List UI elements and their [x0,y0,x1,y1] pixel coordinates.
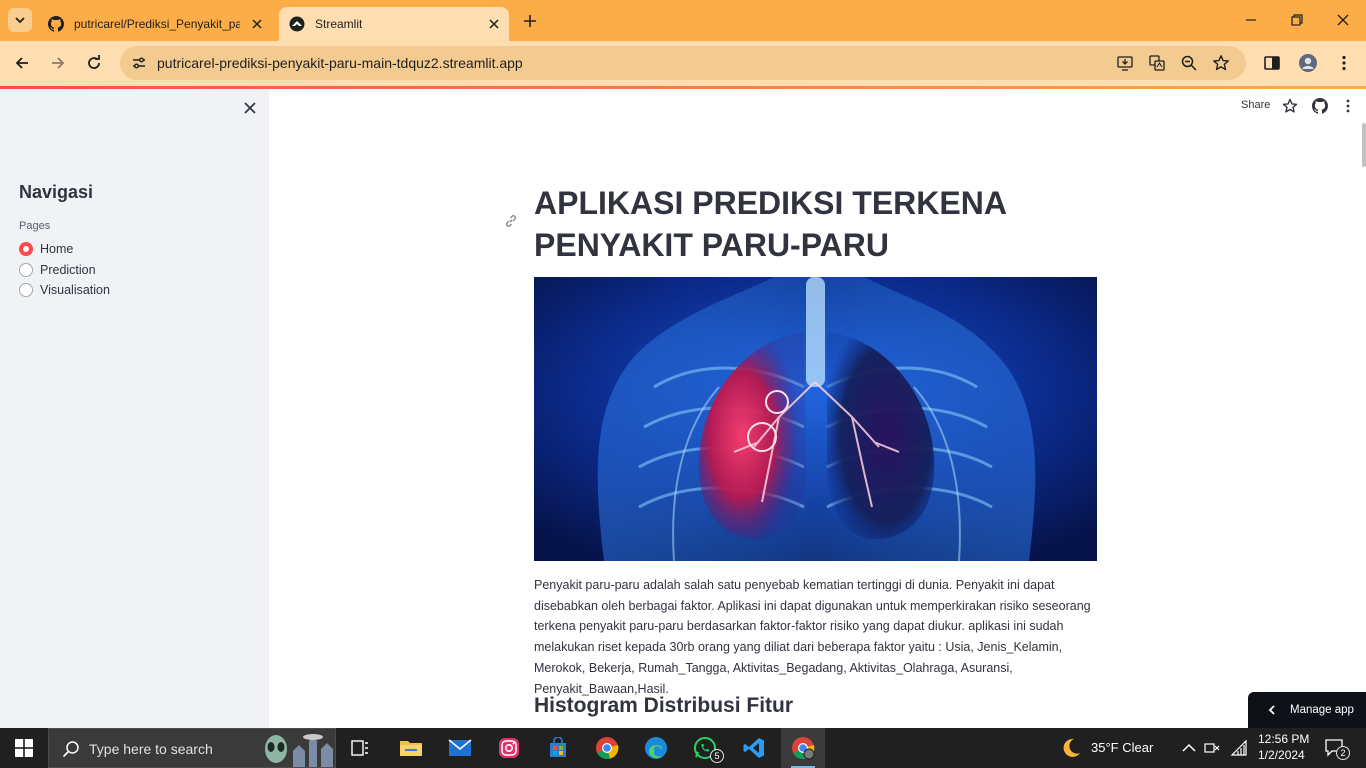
folder-icon [400,741,422,756]
minimize-icon[interactable] [1242,11,1260,29]
scrollbar-thumb[interactable] [1362,123,1366,167]
chevron-down-icon [15,17,25,24]
tab-title: putricarel/Prediksi_Penyakit_paru [74,17,240,31]
translate-icon[interactable] [1148,54,1166,72]
whatsapp-badge: 5 [710,749,724,763]
restore-icon[interactable] [1288,11,1306,29]
system-clock[interactable]: 12:56 PM 1/2/2024 [1258,731,1309,763]
clock-time: 12:56 PM [1258,732,1310,746]
moon-weather-icon[interactable] [1060,737,1082,759]
vscode-icon [743,738,764,758]
chrome-icon [596,737,619,760]
notification-center-button[interactable]: 2 [1324,738,1350,760]
browser-tab-bar: putricarel/Prediksi_Penyakit_paru Stream… [0,0,1366,41]
url-text[interactable]: putricarel-prediksi-penyakit-paru-main-t… [157,55,523,71]
main-content: Share APLIKASI PREDIKSI TERKENA PENYAKIT… [269,89,1366,729]
back-icon[interactable] [12,53,32,73]
manage-app-label: Manage app [1290,704,1354,716]
taskbar: Type here to search 5 35°F Clear 12:56 P… [0,728,1366,768]
github-icon[interactable] [1312,98,1328,114]
whatsapp-button[interactable]: 5 [683,728,727,768]
browser-toolbar: putricarel-prediksi-penyakit-paru-main-t… [0,41,1366,86]
share-button[interactable]: Share [1241,99,1270,111]
store-icon [550,737,566,757]
task-view-button[interactable] [338,728,382,768]
page-title: APLIKASI PREDIKSI TERKENA PENYAKIT PARU-… [534,185,1006,263]
microsoft-store-button[interactable] [536,728,580,768]
manage-app-button[interactable]: Manage app [1248,692,1366,728]
close-tab-icon[interactable] [487,17,501,31]
instagram-icon [499,738,519,758]
sidebar: Navigasi Pages Home Prediction Visualisa… [0,89,269,729]
radio-unselected-icon[interactable] [19,263,33,277]
taskbar-search[interactable]: Type here to search [48,728,336,768]
mail-icon [448,739,472,756]
forward-icon[interactable] [48,53,68,73]
edge-button[interactable] [634,728,678,768]
chrome-profile-icon [792,737,815,760]
wifi-icon[interactable] [1230,739,1248,757]
app-menu-icon[interactable] [1340,98,1356,114]
radio-visualisation[interactable]: Visualisation [19,283,110,297]
section-heading: Histogram Distribusi Fitur [534,694,794,717]
chevron-up-icon[interactable] [1180,739,1198,757]
profile-avatar-icon[interactable] [1298,53,1318,73]
new-tab-icon[interactable] [520,11,540,31]
radio-unselected-icon[interactable] [19,283,33,297]
edge-icon [645,737,667,759]
weather-text[interactable]: 35°F Clear [1091,740,1153,755]
address-bar[interactable]: putricarel-prediksi-penyakit-paru-main-t… [120,46,1246,80]
side-panel-icon[interactable] [1262,53,1282,73]
close-tab-icon[interactable] [250,17,264,31]
reload-icon[interactable] [84,53,104,73]
mail-button[interactable] [438,728,482,768]
radio-home[interactable]: Home [19,242,73,256]
github-icon [48,16,64,32]
bookmark-star-icon[interactable] [1212,54,1230,72]
pages-label: Pages [19,220,51,232]
task-view-icon [351,740,368,756]
vscode-button[interactable] [732,728,776,768]
sidebar-title: Navigasi [19,182,94,202]
chrome-button[interactable] [585,728,629,768]
search-placeholder: Type here to search [89,741,213,757]
file-explorer-button[interactable] [389,728,433,768]
instagram-button[interactable] [487,728,531,768]
close-sidebar-icon[interactable] [242,100,258,116]
notification-count: 2 [1336,746,1350,760]
zoom-icon[interactable] [1180,54,1198,72]
network-icon[interactable] [1203,739,1221,757]
radio-label: Prediction [40,263,96,277]
tab-title: Streamlit [315,17,363,31]
tab-github[interactable]: putricarel/Prediksi_Penyakit_paru [38,7,272,41]
search-highlight-icon [265,734,333,767]
lungs-image [534,277,1097,561]
clock-date: 1/2/2024 [1258,748,1305,762]
link-icon[interactable] [503,213,519,229]
chrome-profile-button[interactable] [781,728,825,768]
radio-selected-icon[interactable] [19,242,33,256]
install-app-icon[interactable] [1116,54,1134,72]
tab-streamlit[interactable]: Streamlit [279,7,509,41]
radio-label: Visualisation [40,283,110,297]
search-icon [62,741,79,758]
radio-label: Home [40,242,74,256]
tab-search-button[interactable] [8,8,32,32]
star-icon[interactable] [1282,98,1298,114]
chevron-left-icon [1268,705,1275,715]
description-text: Penyakit paru-paru adalah salah satu pen… [534,578,1091,696]
browser-menu-icon[interactable] [1334,53,1354,73]
site-info-button[interactable] [128,52,150,74]
windows-start-icon[interactable] [15,739,33,757]
tune-icon [133,57,145,69]
window-close-icon[interactable] [1334,11,1352,29]
streamlit-icon [289,16,305,32]
radio-prediction[interactable]: Prediction [19,263,96,277]
lungs-illustration [534,277,1097,561]
